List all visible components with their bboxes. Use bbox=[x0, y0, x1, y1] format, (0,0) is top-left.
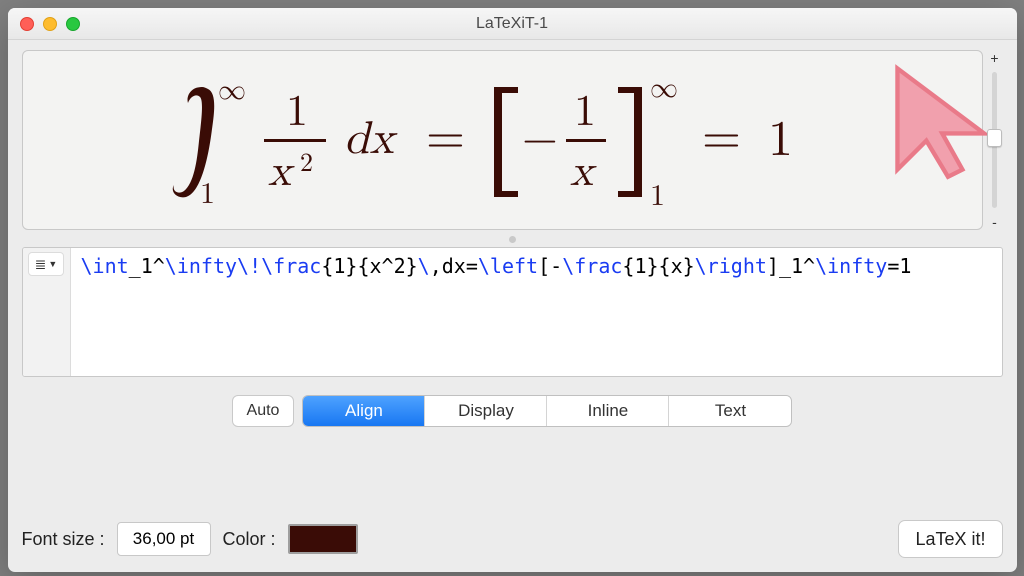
editor-gutter: ≣ ▼ bbox=[23, 248, 71, 376]
app-window: LaTeXiT-1 ∞ 1 1 x 2 bbox=[8, 8, 1017, 572]
options-row: Font size : Color : LaTeX it! bbox=[22, 520, 1003, 558]
preview-row: ∞ 1 1 x 2 dx = − bbox=[22, 50, 1003, 230]
titlebar[interactable]: LaTeXiT-1 bbox=[8, 8, 1017, 40]
svg-text:1: 1 bbox=[200, 179, 215, 205]
svg-text:1: 1 bbox=[574, 90, 596, 134]
svg-text:x: x bbox=[268, 150, 295, 194]
svg-text:x: x bbox=[570, 150, 597, 194]
zoom-in-button[interactable]: + bbox=[990, 50, 998, 66]
zoom-track[interactable] bbox=[992, 72, 997, 208]
window-title: LaTeXiT-1 bbox=[8, 15, 1017, 33]
color-label: Color : bbox=[223, 529, 276, 550]
mode-inline[interactable]: Inline bbox=[547, 396, 669, 426]
source-editor-container: ≣ ▼ \int_1^\infty\!\frac{1}{x^2}\,dx=\le… bbox=[22, 247, 1003, 377]
svg-text:∞: ∞ bbox=[218, 77, 246, 105]
mode-display[interactable]: Display bbox=[425, 396, 547, 426]
svg-text:1: 1 bbox=[286, 90, 308, 134]
mode-segmented-control: AlignDisplayInlineText bbox=[302, 395, 792, 427]
color-swatch[interactable] bbox=[288, 524, 358, 554]
zoom-slider: + - bbox=[987, 50, 1003, 230]
zoom-out-button[interactable]: - bbox=[992, 214, 997, 230]
window-content: ∞ 1 1 x 2 dx = − bbox=[8, 40, 1017, 572]
svg-text:=: = bbox=[426, 113, 465, 163]
svg-text:=: = bbox=[702, 113, 741, 163]
template-menu-button[interactable]: ≣ ▼ bbox=[28, 252, 64, 276]
mode-align[interactable]: Align bbox=[303, 396, 425, 426]
mode-text[interactable]: Text bbox=[669, 396, 791, 426]
font-size-field[interactable] bbox=[117, 522, 211, 556]
rendered-equation: ∞ 1 1 x 2 dx = − bbox=[142, 75, 862, 205]
minimize-icon[interactable] bbox=[43, 17, 57, 31]
auto-button[interactable]: Auto bbox=[232, 395, 295, 427]
svg-text:2: 2 bbox=[300, 151, 313, 177]
latex-source-editor[interactable]: \int_1^\infty\!\frac{1}{x^2}\,dx=\left[-… bbox=[71, 248, 1002, 376]
svg-text:1: 1 bbox=[650, 181, 665, 205]
zoom-icon[interactable] bbox=[66, 17, 80, 31]
svg-text:dx: dx bbox=[344, 116, 398, 162]
close-icon[interactable] bbox=[20, 17, 34, 31]
chevron-down-icon: ▼ bbox=[48, 259, 57, 269]
svg-text:−: − bbox=[522, 116, 558, 162]
equation-preview[interactable]: ∞ 1 1 x 2 dx = − bbox=[22, 50, 983, 230]
svg-text:∞: ∞ bbox=[650, 75, 678, 103]
font-size-label: Font size : bbox=[22, 529, 105, 550]
mode-toolbar: Auto AlignDisplayInlineText bbox=[22, 395, 1003, 427]
list-icon: ≣ bbox=[35, 256, 47, 273]
zoom-thumb[interactable] bbox=[987, 129, 1002, 147]
window-controls bbox=[20, 17, 80, 31]
svg-text:1: 1 bbox=[768, 115, 793, 165]
pane-divider-handle[interactable] bbox=[509, 236, 516, 243]
latexit-button[interactable]: LaTeX it! bbox=[898, 520, 1002, 558]
